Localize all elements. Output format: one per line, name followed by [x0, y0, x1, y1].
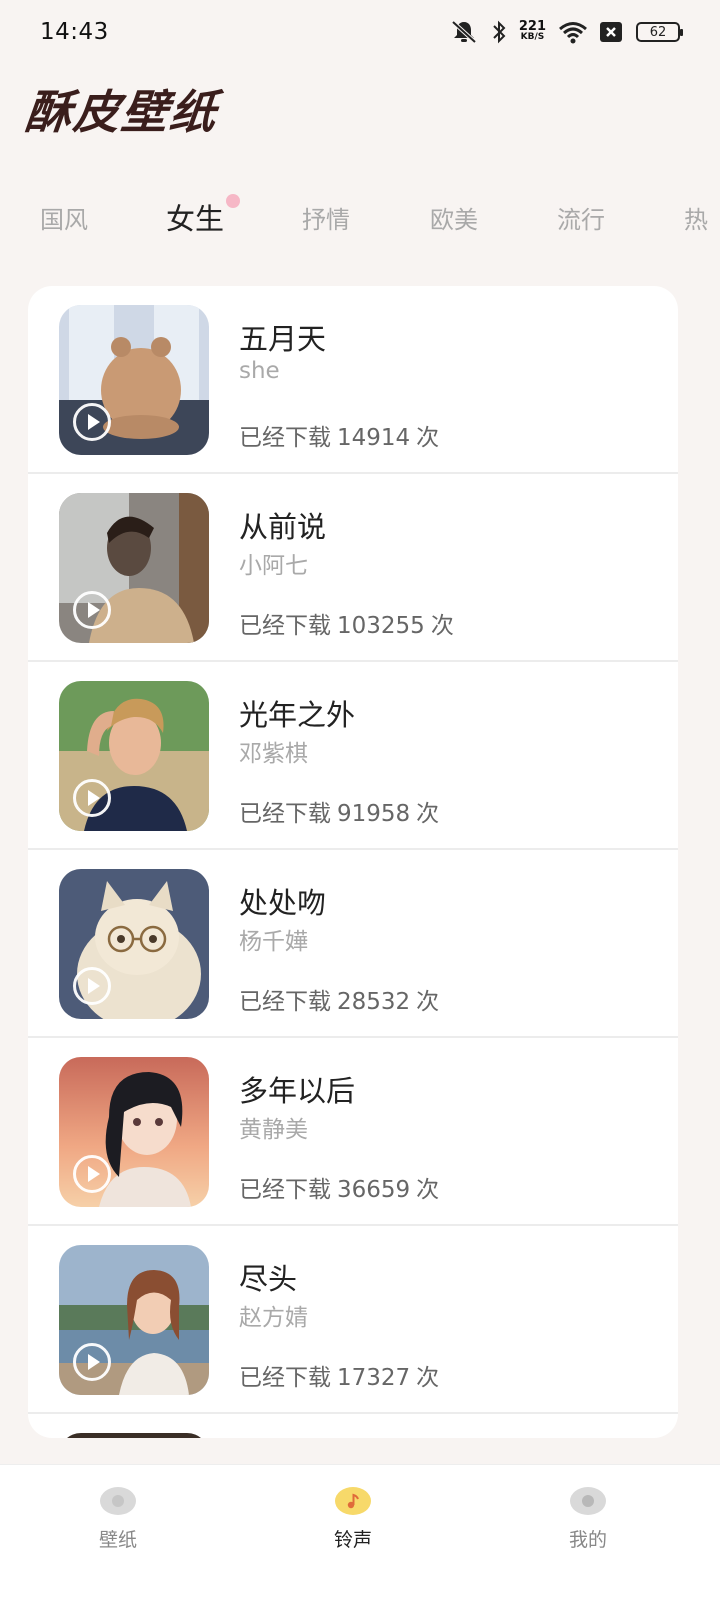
tab-girls[interactable]: 女生: [166, 196, 224, 238]
mute-bell-icon: [451, 20, 477, 44]
net-speed: 221 KB/S: [518, 19, 546, 43]
download-number: 28532: [337, 989, 411, 1015]
list-item[interactable]: [28, 1414, 678, 1438]
download-number: 14914: [337, 425, 411, 451]
music-note-icon: [335, 1487, 371, 1515]
nav-label: 我的: [568, 1529, 607, 1551]
list-item[interactable]: 从前说 小阿七 已经下载 103255 次: [28, 474, 678, 662]
song-cover: [59, 493, 209, 643]
battery: 62: [636, 22, 683, 42]
play-button[interactable]: [73, 403, 111, 441]
list-item[interactable]: 多年以后 黄静美 已经下载 36659 次: [28, 1038, 678, 1226]
song-cover: [59, 305, 209, 455]
song-title: 五月天: [239, 322, 327, 356]
download-count: 已经下载 36659 次: [239, 1170, 445, 1204]
app-title: 酥皮壁纸: [22, 85, 221, 139]
download-suffix: 次: [430, 613, 454, 639]
nav-profile[interactable]: 我的: [528, 1487, 648, 1552]
song-title: 光年之外: [239, 698, 356, 732]
download-suffix: 次: [416, 989, 440, 1015]
tab-guofeng[interactable]: 国风: [40, 200, 88, 235]
song-artist: 黄静美: [239, 1117, 308, 1143]
download-prefix: 已经下载: [239, 989, 331, 1015]
download-count: 已经下载 28532 次: [239, 982, 445, 1016]
download-suffix: 次: [416, 1177, 440, 1203]
ringtone-list: 五月天 she 已经下载 14914 次 从前说 小阿七 已经下载 103255 次: [28, 286, 678, 1438]
battery-level: 62: [649, 24, 667, 40]
play-button[interactable]: [73, 1343, 111, 1381]
play-button[interactable]: [73, 967, 111, 1005]
tab-lyrical[interactable]: 抒情: [302, 200, 350, 235]
song-title: 多年以后: [239, 1074, 356, 1108]
download-suffix: 次: [416, 801, 440, 827]
play-button[interactable]: [73, 1155, 111, 1193]
nav-ringtone[interactable]: 铃声: [293, 1487, 413, 1552]
song-artist: 杨千嬅: [239, 929, 308, 955]
song-cover: [59, 869, 209, 1019]
song-artist: 邓紫棋: [239, 741, 308, 767]
song-title: 处处吻: [239, 886, 327, 920]
download-prefix: 已经下载: [239, 1177, 331, 1203]
download-prefix: 已经下载: [239, 1365, 331, 1391]
song-cover: [59, 681, 209, 831]
download-count: 已经下载 103255 次: [239, 606, 460, 640]
list-item[interactable]: 处处吻 杨千嬅 已经下载 28532 次: [28, 850, 678, 1038]
song-artist: 小阿七: [239, 553, 308, 579]
song-artist: she: [239, 358, 280, 384]
list-item[interactable]: 五月天 she 已经下载 14914 次: [28, 286, 678, 474]
tab-western[interactable]: 欧美: [430, 200, 478, 235]
tab-pop[interactable]: 流行: [557, 200, 605, 235]
net-speed-unit: KB/S: [520, 32, 545, 42]
wifi-icon: [559, 22, 587, 44]
nav-label: 壁纸: [98, 1529, 137, 1551]
song-title: 尽头: [239, 1262, 298, 1296]
bluetooth-icon: [493, 20, 506, 44]
song-artist: 赵方婧: [239, 1305, 308, 1331]
song-cover: [59, 1245, 209, 1395]
list-item[interactable]: 光年之外 邓紫棋 已经下载 91958 次: [28, 662, 678, 850]
download-number: 91958: [337, 801, 411, 827]
song-cover: [59, 1057, 209, 1207]
download-count: 已经下载 17327 次: [239, 1358, 445, 1392]
net-speed-value: 221: [518, 19, 546, 34]
download-prefix: 已经下载: [239, 425, 331, 451]
list-item[interactable]: 尽头 赵方婧 已经下载 17327 次: [28, 1226, 678, 1414]
tab-hot[interactable]: 热: [684, 200, 708, 235]
download-prefix: 已经下载: [239, 613, 331, 639]
wallpaper-icon: [100, 1487, 136, 1515]
close-box-icon: [600, 22, 622, 42]
nav-label: 铃声: [333, 1529, 372, 1551]
play-button[interactable]: [73, 779, 111, 817]
active-tab-indicator: [226, 194, 240, 208]
download-number: 36659: [337, 1177, 411, 1203]
download-suffix: 次: [416, 425, 440, 451]
download-count: 已经下载 14914 次: [239, 418, 445, 452]
bottom-nav: 壁纸 铃声 我的: [0, 1464, 720, 1600]
status-icons: 221 KB/S 62: [449, 19, 683, 45]
download-number: 17327: [337, 1365, 411, 1391]
download-prefix: 已经下载: [239, 801, 331, 827]
download-suffix: 次: [416, 1365, 440, 1391]
profile-icon: [570, 1487, 606, 1515]
status-time: 14:43: [40, 19, 109, 45]
song-title: 从前说: [239, 510, 327, 544]
status-bar: 14:43 221 KB/S 62: [0, 0, 720, 64]
download-count: 已经下载 91958 次: [239, 794, 445, 828]
category-tabs: 国风 女生 抒情 欧美 流行 热: [0, 190, 720, 250]
download-number: 103255: [337, 613, 425, 639]
nav-wallpaper[interactable]: 壁纸: [58, 1487, 178, 1552]
play-button[interactable]: [73, 591, 111, 629]
song-cover: [59, 1433, 209, 1438]
